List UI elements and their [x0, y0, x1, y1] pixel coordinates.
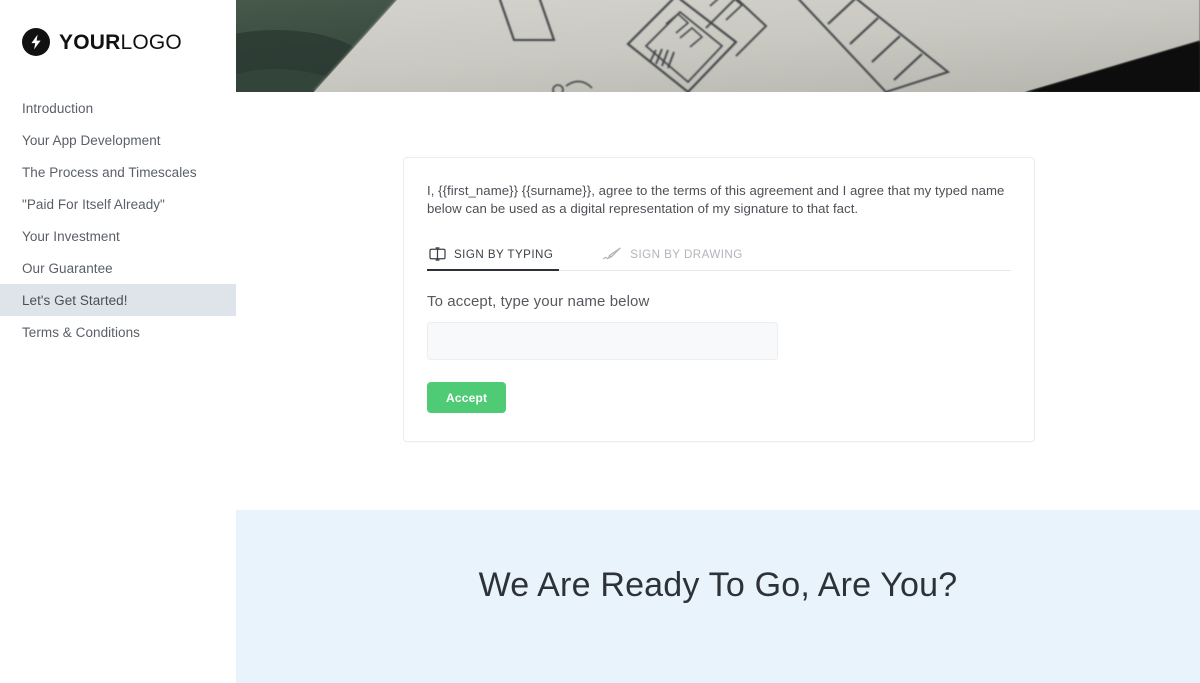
main-content: I, {{first_name}} {{surname}}, agree to …	[236, 92, 1200, 510]
lightning-bolt-icon	[22, 28, 50, 56]
sidebar-nav: Introduction Your App Development The Pr…	[0, 92, 236, 348]
sidebar-item-your-investment[interactable]: Your Investment	[0, 220, 236, 252]
signature-tabs: SIGN BY TYPING SIGN BY DRAWING	[427, 238, 1011, 272]
sidebar-item-terms-and-conditions[interactable]: Terms & Conditions	[0, 316, 236, 348]
tab-sign-by-typing[interactable]: SIGN BY TYPING	[427, 238, 560, 272]
sidebar-item-introduction[interactable]: Introduction	[0, 92, 236, 124]
name-field-label: To accept, type your name below	[427, 293, 650, 311]
logo-text: YOURLOGO	[59, 32, 182, 53]
sidebar-item-label: Our Guarantee	[22, 260, 113, 276]
agreement-text: I, {{first_name}} {{surname}}, agree to …	[427, 183, 1005, 216]
logo-text-bold: YOUR	[59, 30, 121, 54]
sidebar-item-label: Introduction	[22, 100, 94, 116]
text-cursor-icon	[429, 247, 446, 261]
tab-label: SIGN BY DRAWING	[630, 247, 743, 261]
cta-banner-title: We Are Ready To Go, Are You?	[478, 566, 958, 604]
sidebar-item-your-app-development[interactable]: Your App Development	[0, 124, 236, 156]
sidebar-item-label: The Process and Timescales	[22, 164, 197, 180]
sidebar-item-paid-for-itself-already[interactable]: "Paid For Itself Already"	[0, 188, 236, 220]
cta-banner: We Are Ready To Go, Are You?	[236, 510, 1200, 683]
logo[interactable]: YOURLOGO	[0, 0, 236, 56]
page-root: YOURLOGO Introduction Your App Developme…	[0, 0, 1200, 683]
sidebar-item-our-guarantee[interactable]: Our Guarantee	[0, 252, 236, 284]
sidebar: YOURLOGO Introduction Your App Developme…	[0, 0, 236, 683]
tab-sign-by-drawing[interactable]: SIGN BY DRAWING	[601, 238, 748, 270]
hero-image	[236, 0, 1200, 92]
accept-button[interactable]: Accept	[427, 382, 507, 414]
sidebar-item-the-process-and-timescales[interactable]: The Process and Timescales	[0, 156, 236, 188]
pen-icon	[603, 247, 622, 261]
wireframe-sketch-photo	[236, 0, 1200, 92]
sidebar-item-label: "Paid For Itself Already"	[22, 196, 165, 212]
sidebar-item-label: Your Investment	[22, 228, 120, 244]
sidebar-item-label: Terms & Conditions	[22, 324, 140, 340]
signature-name-input[interactable]	[427, 322, 778, 361]
logo-text-light: LOGO	[120, 30, 182, 54]
tab-label: SIGN BY TYPING	[454, 247, 554, 261]
signature-card: I, {{first_name}} {{surname}}, agree to …	[403, 157, 1035, 443]
sidebar-item-lets-get-started[interactable]: Let's Get Started!	[0, 284, 236, 316]
sidebar-item-label: Your App Development	[22, 132, 161, 148]
sidebar-item-label: Let's Get Started!	[22, 292, 128, 308]
